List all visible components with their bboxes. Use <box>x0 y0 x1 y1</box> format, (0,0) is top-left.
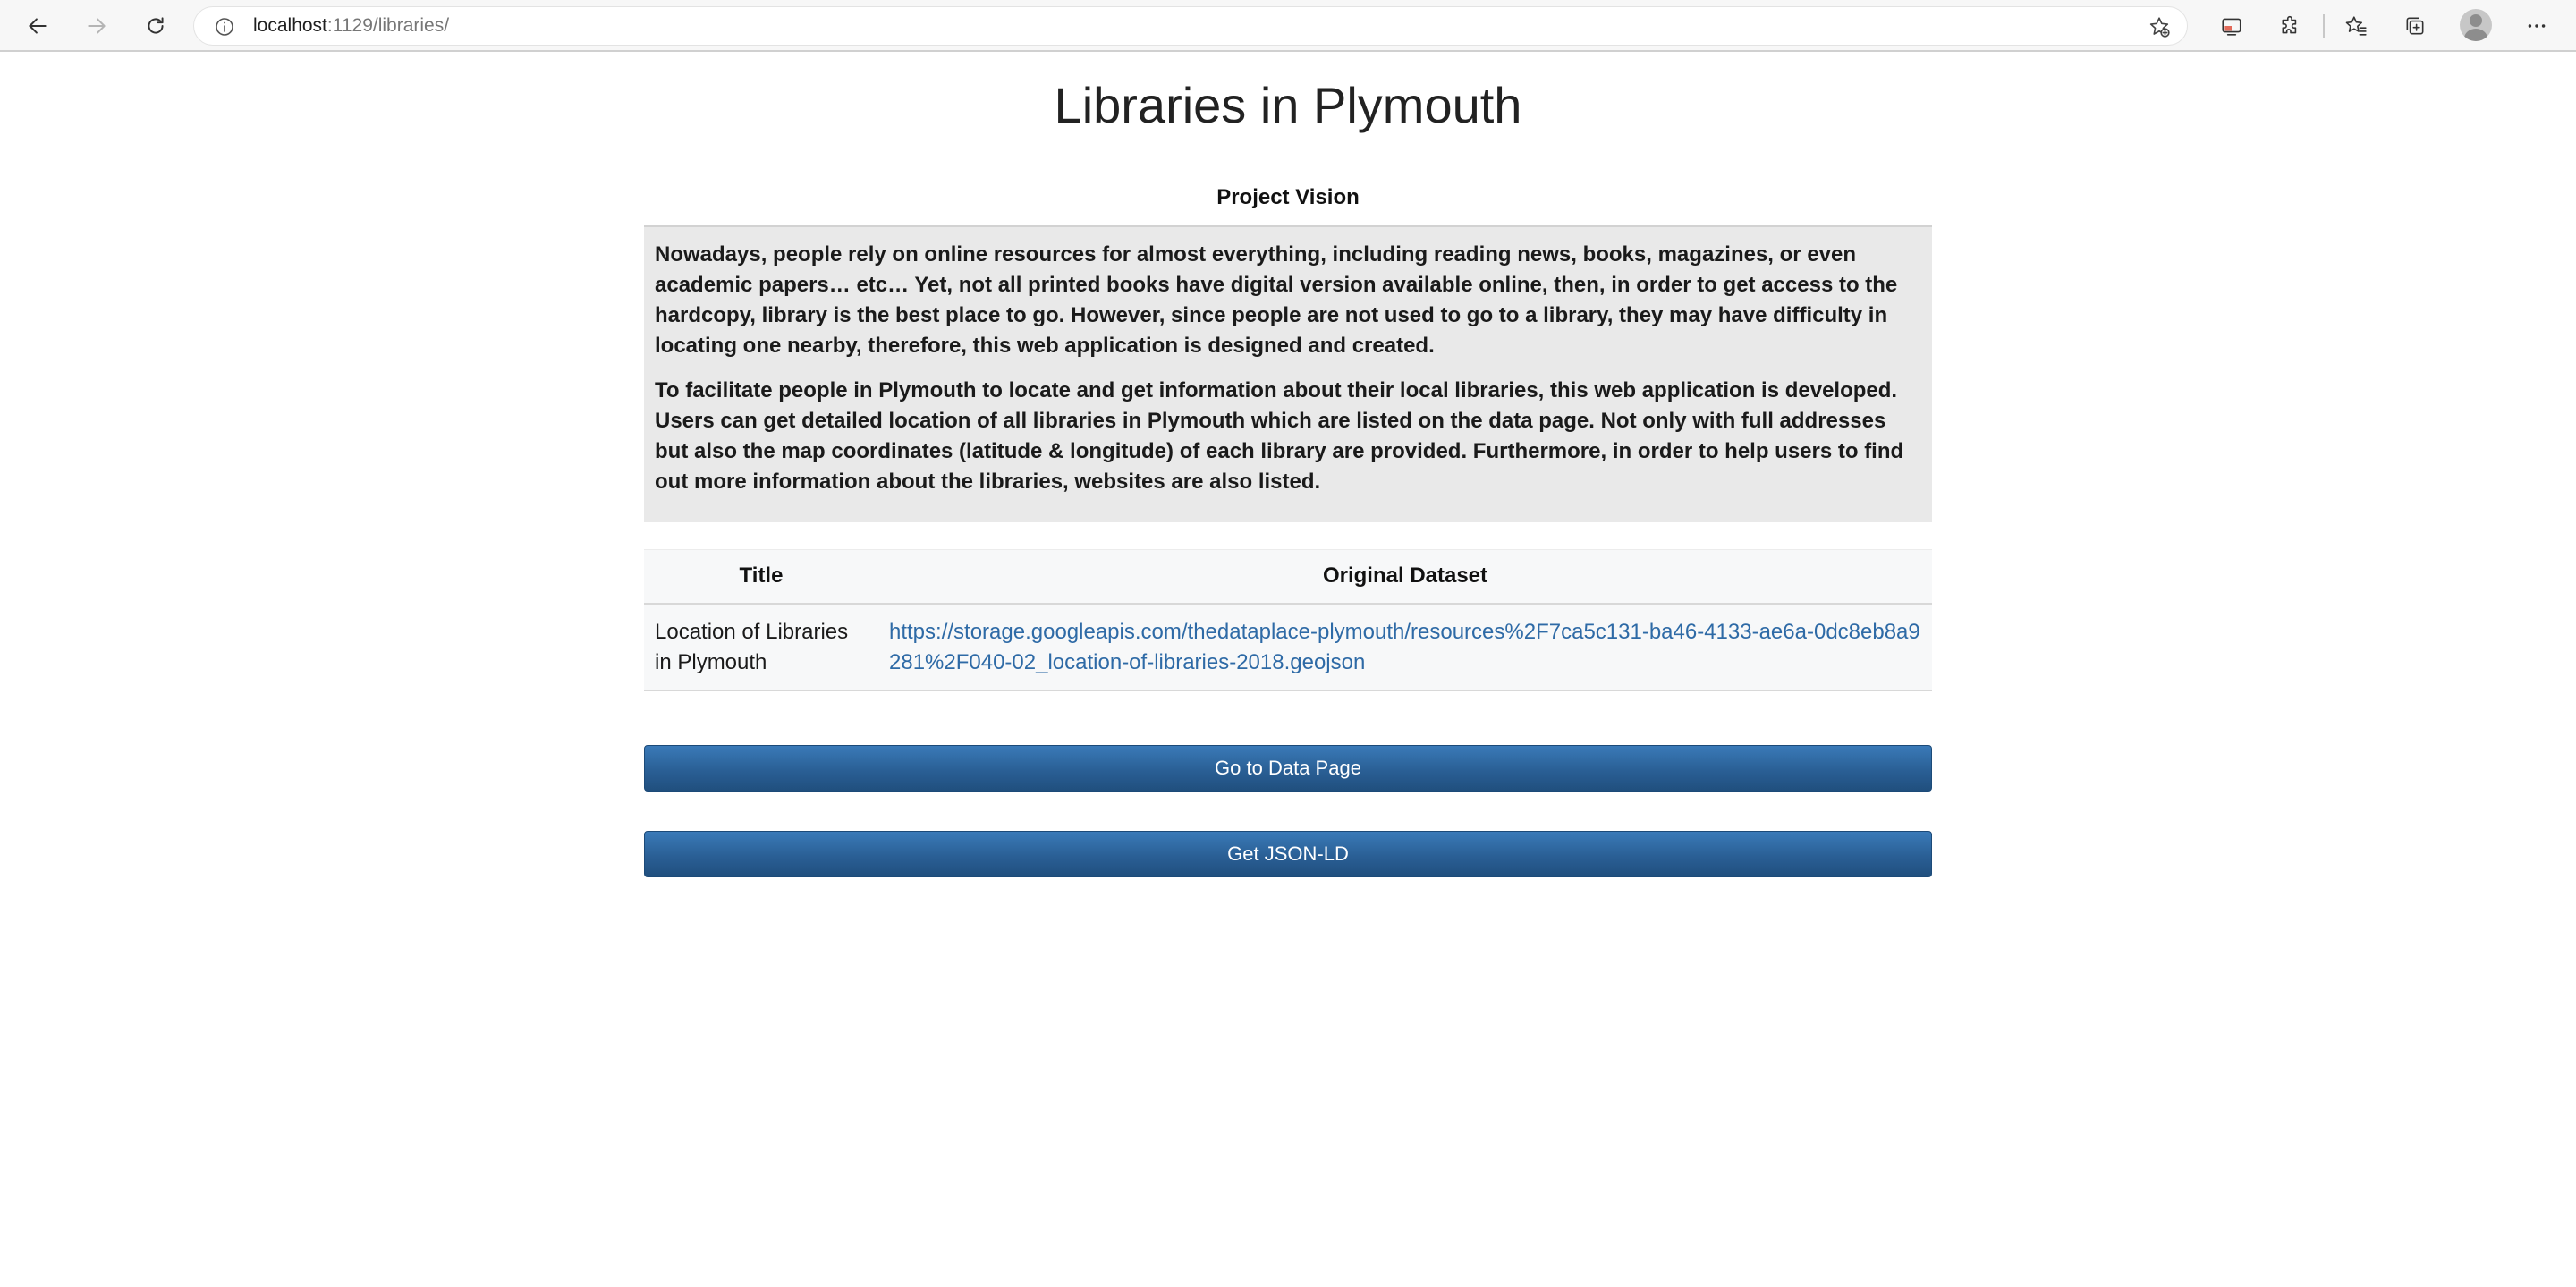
page-title: Libraries in Plymouth <box>1054 77 1522 133</box>
profile-avatar[interactable] <box>2460 9 2492 41</box>
column-header-title: Title <box>644 549 878 605</box>
forward-arrow-icon[interactable] <box>79 8 114 44</box>
url-text[interactable]: localhost:1129/libraries/ <box>253 7 449 45</box>
toolbar-divider <box>2323 14 2325 38</box>
favorites-icon[interactable] <box>2338 8 2374 44</box>
dataset-title-cell: Location of Libraries in Plymouth <box>644 603 878 691</box>
dataset-table: Title Original Dataset Location of Libra… <box>644 549 1932 691</box>
browser-toolbar: localhost:1129/libraries/ <box>0 0 2576 52</box>
column-header-dataset: Original Dataset <box>878 549 1932 605</box>
address-bar[interactable]: localhost:1129/libraries/ <box>193 6 2188 46</box>
more-options-icon[interactable] <box>2519 8 2555 44</box>
extensions-icon[interactable] <box>2273 8 2309 44</box>
vision-heading: Project Vision <box>1216 185 1360 209</box>
dataset-link-cell: https://storage.googleapis.com/thedatapl… <box>878 603 1932 691</box>
dataset-link[interactable]: https://storage.googleapis.com/thedatapl… <box>889 620 1920 674</box>
url-host: localhost <box>253 15 327 36</box>
table-row: Location of Libraries in Plymouth https:… <box>644 603 1932 691</box>
info-icon[interactable] <box>212 14 237 39</box>
screen-cast-icon[interactable] <box>2214 8 2250 44</box>
vision-box: Nowadays, people rely on online resource… <box>644 225 1932 522</box>
url-path: :1129/libraries/ <box>326 15 450 36</box>
back-arrow-icon[interactable] <box>20 8 55 44</box>
refresh-icon[interactable] <box>138 8 174 44</box>
go-to-data-page-button[interactable]: Go to Data Page <box>644 744 1932 792</box>
get-json-ld-button[interactable]: Get JSON-LD <box>644 830 1932 877</box>
collections-icon[interactable] <box>2397 8 2433 44</box>
favorite-add-icon[interactable] <box>2146 13 2173 40</box>
vision-paragraph: Nowadays, people rely on online resource… <box>655 242 1898 358</box>
table-header-row: Title Original Dataset <box>644 549 1932 605</box>
vision-paragraph: To facilitate people in Plymouth to loca… <box>655 378 1904 494</box>
main-content: Project Vision Nowadays, people rely on … <box>644 179 1932 877</box>
